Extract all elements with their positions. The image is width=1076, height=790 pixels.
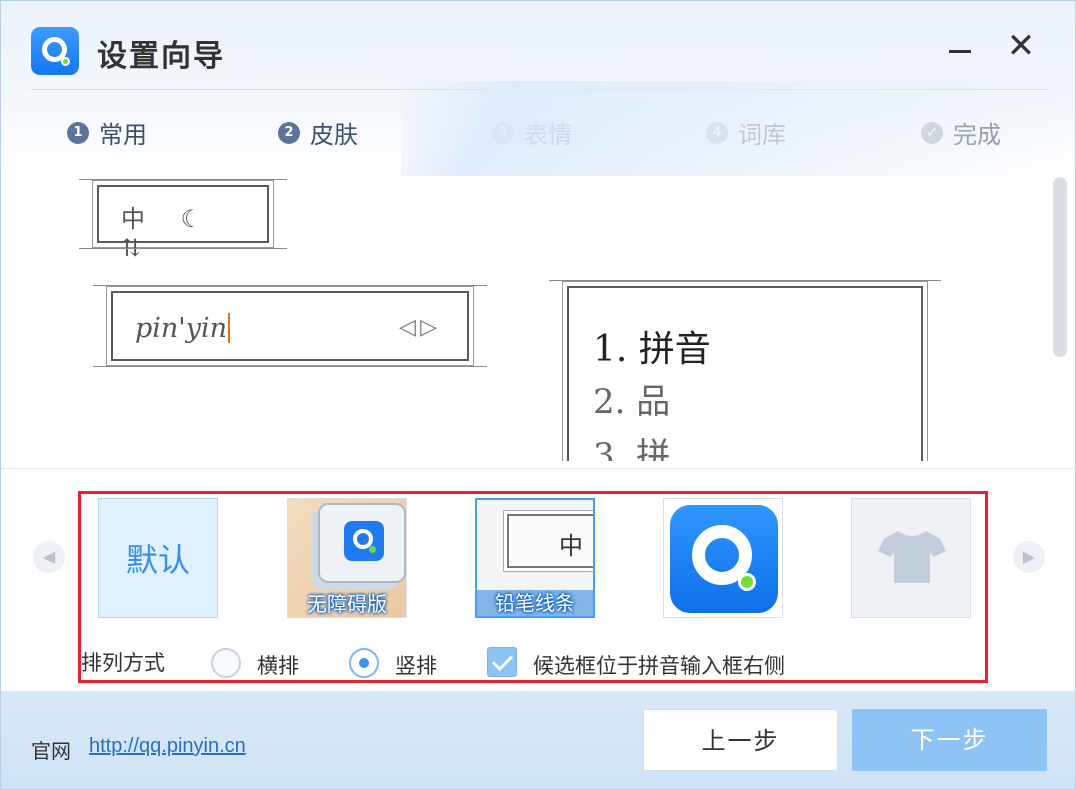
text-caret <box>228 313 231 343</box>
step-3[interactable]: 3 表情 <box>492 115 572 150</box>
step-1-number: 1 <box>67 121 89 144</box>
site-label: 官网 <box>31 739 71 763</box>
skin-more[interactable] <box>851 498 971 618</box>
section-divider <box>1 468 1075 469</box>
step-4-label: 词库 <box>738 121 786 149</box>
vertical-label[interactable]: 竖排 <box>395 650 437 680</box>
next-skins-button[interactable]: ▶ <box>1013 541 1045 573</box>
skin-pencil-label: 铅笔线条 <box>477 590 593 616</box>
candidate-2: 2. 品 <box>593 382 671 422</box>
skin-pencil-lines[interactable]: 中 铅笔线条 <box>475 498 595 618</box>
check-icon: ✓ <box>921 121 943 144</box>
title-bar: 设置向导 ✕ 1 常用 2 皮肤 3 表情 4 词库 ✓ 完成 <box>1 1 1075 176</box>
tshirt-icon <box>878 531 946 583</box>
prev-step-button[interactable]: 上一步 <box>643 709 838 771</box>
close-button[interactable]: ✕ <box>1004 29 1038 65</box>
pinyin-text: pin'yin <box>135 313 231 344</box>
prev-skins-button[interactable]: ◀ <box>33 541 65 573</box>
pencil-sketch-box: 中 <box>507 514 593 568</box>
input-box-preview: pin'yin ◁▷ <box>93 285 487 367</box>
vertical-radio[interactable] <box>349 648 379 678</box>
skin-default[interactable]: 默认 <box>98 498 218 618</box>
skin-qq-logo[interactable] <box>663 498 783 618</box>
step-3-number: 3 <box>492 121 514 144</box>
accessible-card <box>318 503 406 583</box>
step-5-label: 完成 <box>953 121 1001 149</box>
step-1-label: 常用 <box>99 121 147 149</box>
step-2-number: 2 <box>278 121 300 144</box>
horizontal-radio[interactable] <box>211 648 241 678</box>
setup-wizard-window: 设置向导 ✕ 1 常用 2 皮肤 3 表情 4 词库 ✓ 完成 中 ☾ ⇅ pi… <box>0 0 1076 790</box>
step-2-label: 皮肤 <box>310 121 358 149</box>
step-3-label: 表情 <box>524 121 572 149</box>
right-side-checkbox[interactable] <box>487 647 517 677</box>
step-2[interactable]: 2 皮肤 <box>278 115 358 150</box>
skin-accessible-label: 无障碍版 <box>307 592 387 616</box>
step-4-number: 4 <box>706 121 728 144</box>
candidate-3: 3. 拼 <box>593 436 671 461</box>
status-bar-icons: 中 ☾ ⇅ <box>121 205 217 262</box>
preview-scrollbar[interactable] <box>1053 177 1067 357</box>
layout-mode-label: 排列方式 <box>81 651 165 675</box>
skin-preview: 中 ☾ ⇅ pin'yin ◁▷ 1. 拼音 2. 品 3. 拼 <box>61 171 1051 461</box>
site-link[interactable]: http://qq.pinyin.cn <box>89 735 246 758</box>
step-1[interactable]: 1 常用 <box>67 115 147 150</box>
qq-pinyin-small-icon <box>344 521 384 561</box>
candidate-1: 1. 拼音 <box>593 329 711 370</box>
status-bar-preview: 中 ☾ ⇅ <box>79 179 287 262</box>
footer: 官网 http://qq.pinyin.cn 上一步 下一步 <box>1 691 1075 789</box>
qq-pinyin-logo-icon <box>31 27 79 75</box>
right-side-label[interactable]: 候选框位于拼音输入框右侧 <box>533 650 785 680</box>
step-5[interactable]: ✓ 完成 <box>921 115 1001 150</box>
minimize-button[interactable] <box>943 31 977 65</box>
horizontal-label[interactable]: 横排 <box>257 650 299 680</box>
step-4[interactable]: 4 词库 <box>706 115 786 150</box>
window-title: 设置向导 <box>97 39 225 74</box>
skin-default-label: 默认 <box>125 541 190 579</box>
next-step-button[interactable]: 下一步 <box>852 709 1047 771</box>
title-divider <box>31 89 1049 90</box>
skin-accessible[interactable]: 无障碍版 <box>287 498 407 618</box>
qq-pinyin-large-icon <box>670 505 778 613</box>
candidate-box-preview: 1. 拼音 2. 品 3. 拼 <box>549 280 941 461</box>
page-arrows-icon: ◁▷ <box>399 315 441 340</box>
